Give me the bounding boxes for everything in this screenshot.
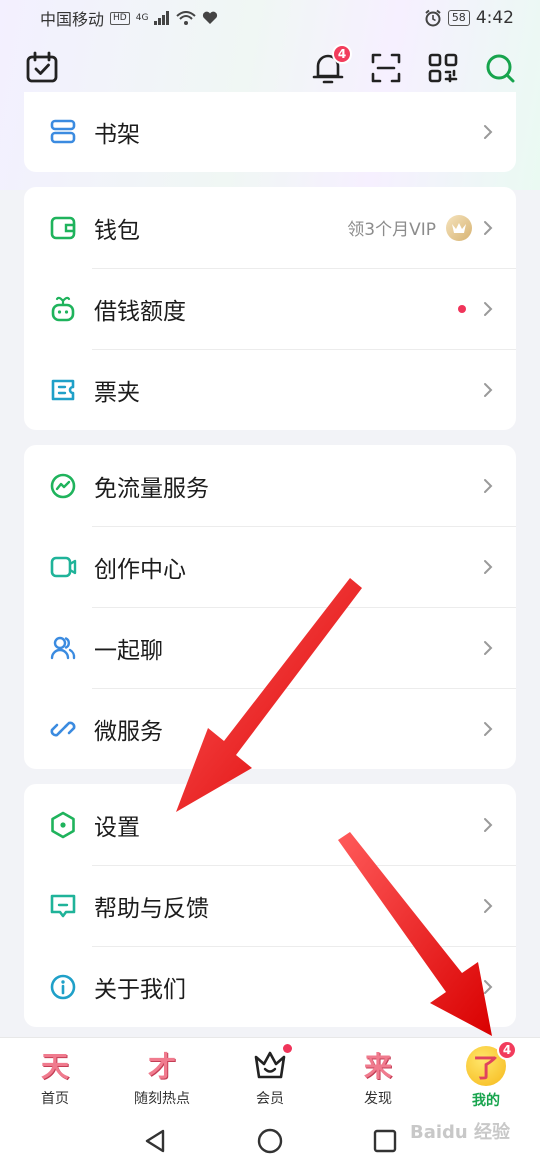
- menu-item-label: 设置: [94, 814, 140, 841]
- link-icon: [48, 714, 78, 744]
- chevron-right-icon: [484, 478, 493, 493]
- header-toolbar: 4: [0, 42, 540, 98]
- info-icon: [48, 972, 78, 1002]
- heart-pulse-icon: [203, 11, 218, 24]
- chevron-right-icon: [484, 125, 493, 139]
- menu-item-label: 书架: [94, 122, 140, 148]
- alarm-icon: [425, 9, 441, 27]
- network-type: 4G: [135, 12, 149, 23]
- chevron-right-icon: [484, 559, 493, 574]
- tab-label: 会员: [256, 1091, 284, 1107]
- wifi-icon: [176, 11, 197, 25]
- vip-promo-text: 领3个月VIP: [347, 220, 436, 240]
- chevron-right-icon: [484, 301, 493, 316]
- tab-hot-topics[interactable]: 才 随刻热点: [117, 1046, 207, 1108]
- menu-item-label: 一起聊: [94, 637, 163, 664]
- tab-label: 随刻热点: [134, 1091, 190, 1107]
- square-icon: [373, 1129, 397, 1153]
- vip-crown-icon: [446, 214, 472, 241]
- menu-item-label: 钱包: [94, 217, 140, 244]
- watermark: Baidu 经验: [409, 1122, 510, 1143]
- menu-item-about-us[interactable]: 关于我们: [24, 946, 516, 1027]
- crown-icon: [250, 1044, 292, 1084]
- menu-card-finance: 钱包 领3个月VIP 借钱额度 票夹: [24, 187, 516, 430]
- menu-card-bookshelf: 书架: [24, 92, 516, 172]
- tab-discover[interactable]: 来 发现: [333, 1046, 423, 1108]
- signal-icon: [154, 11, 170, 25]
- hot-topics-tab-icon: 才: [147, 1050, 176, 1083]
- menu-item-chat-together[interactable]: 一起聊: [24, 607, 516, 688]
- back-triangle-icon: [145, 1129, 165, 1153]
- chevron-right-icon: [484, 220, 493, 235]
- people-icon: [48, 633, 78, 663]
- calendar-checkin-button[interactable]: [22, 48, 62, 88]
- bottom-tab-bar: 天 首页 才 随刻热点 会员 来 发现 了 我的 4: [0, 1037, 540, 1112]
- me-tab-badge: 4: [497, 1040, 517, 1060]
- tab-home[interactable]: 天 首页: [10, 1046, 100, 1108]
- notification-button[interactable]: 4: [308, 44, 352, 88]
- search-icon: [486, 54, 515, 83]
- tab-label: 我的: [472, 1093, 500, 1109]
- data-free-icon: [48, 471, 78, 501]
- menu-item-data-free[interactable]: 免流量服务: [24, 445, 516, 526]
- qr-code-icon: [428, 53, 458, 83]
- menu-item-label: 票夹: [94, 379, 140, 406]
- chevron-right-icon: [484, 979, 493, 994]
- video-camera-icon: [48, 552, 78, 582]
- tab-membership[interactable]: 会员: [225, 1044, 315, 1108]
- home-circle-icon: [257, 1128, 283, 1154]
- battery-indicator: 58: [447, 10, 470, 26]
- bookshelf-icon: [48, 117, 78, 147]
- menu-item-micro-services[interactable]: 微服务: [24, 688, 516, 769]
- notification-badge: 4: [332, 44, 352, 64]
- status-bar: 中国移动 HD 4G 58 4:42: [0, 0, 540, 36]
- clock: 4:42: [475, 8, 514, 28]
- menu-item-bookshelf[interactable]: 书架: [24, 92, 516, 172]
- menu-item-help-feedback[interactable]: 帮助与反馈: [24, 865, 516, 946]
- menu-item-label: 帮助与反馈: [94, 895, 209, 922]
- calendar-check-icon: [26, 51, 58, 83]
- chevron-right-icon: [484, 721, 493, 736]
- menu-item-creator-center[interactable]: 创作中心: [24, 526, 516, 607]
- menu-item-loan[interactable]: 借钱额度: [24, 268, 516, 349]
- menu-item-tickets[interactable]: 票夹: [24, 349, 516, 430]
- chevron-right-icon: [484, 382, 493, 397]
- carrier-name: 中国移动: [40, 10, 105, 29]
- chevron-right-icon: [484, 640, 493, 655]
- menu-item-label: 关于我们: [94, 976, 186, 1003]
- ticket-icon: [48, 375, 78, 405]
- chevron-right-icon: [484, 898, 493, 913]
- menu-card-settings: 设置 帮助与反馈 关于我们: [24, 784, 516, 1027]
- tab-label: 首页: [41, 1091, 69, 1107]
- tab-label: 发现: [364, 1091, 392, 1107]
- menu-item-label: 免流量服务: [94, 475, 209, 502]
- home-tab-icon: 天: [40, 1050, 69, 1083]
- new-indicator-dot: [458, 304, 466, 313]
- search-button[interactable]: [480, 48, 520, 88]
- menu-item-label: 创作中心: [94, 556, 186, 583]
- wallet-icon: [48, 213, 78, 243]
- settings-hex-icon: [48, 810, 78, 840]
- discover-tab-icon: 来: [363, 1050, 392, 1083]
- membership-dot: [283, 1044, 292, 1053]
- scan-button[interactable]: [366, 48, 406, 88]
- tab-me[interactable]: 了 我的 4: [441, 1040, 531, 1110]
- back-button[interactable]: [140, 1126, 170, 1156]
- recent-apps-button[interactable]: [370, 1126, 400, 1156]
- menu-item-label: 借钱额度: [94, 298, 186, 325]
- menu-item-settings[interactable]: 设置: [24, 784, 516, 865]
- scan-icon: [371, 53, 401, 83]
- chevron-right-icon: [484, 817, 493, 832]
- loan-icon: [48, 294, 78, 324]
- menu-card-services: 免流量服务 创作中心 一起聊 微服务: [24, 445, 516, 769]
- qr-code-button[interactable]: [423, 48, 463, 88]
- menu-item-label: 微服务: [94, 718, 163, 745]
- menu-item-wallet[interactable]: 钱包 领3个月VIP: [24, 187, 516, 268]
- hd-indicator: HD: [110, 11, 130, 25]
- feedback-icon: [48, 891, 78, 921]
- home-button[interactable]: [255, 1126, 285, 1156]
